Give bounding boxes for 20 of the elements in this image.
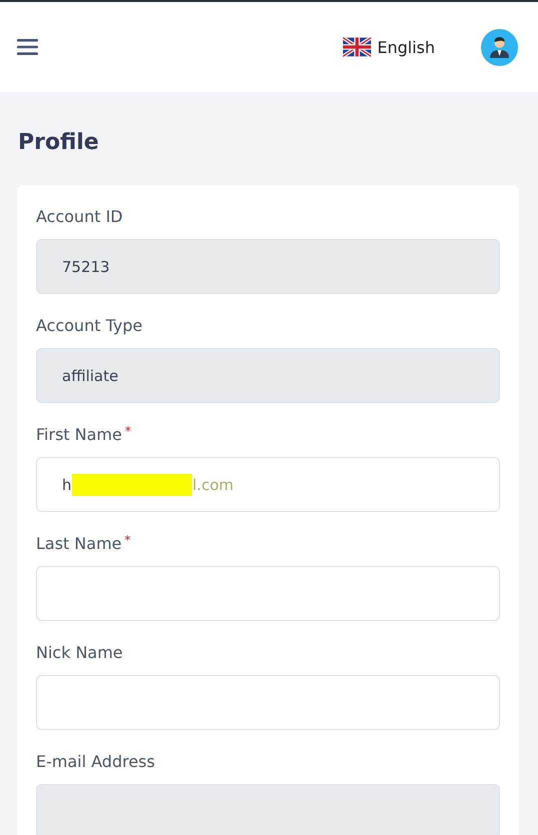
menu-icon[interactable] <box>17 39 38 55</box>
field-value: affiliate <box>62 366 118 384</box>
language-selector[interactable]: English <box>343 37 435 57</box>
field-label: First Name <box>36 425 122 444</box>
input-field[interactable]: h l.com <box>36 457 500 512</box>
field-label: Account Type <box>36 316 142 335</box>
avatar-icon[interactable] <box>481 28 518 66</box>
page-title: Profile <box>18 130 100 155</box>
flag-icon <box>343 37 372 57</box>
required-mark: * <box>124 534 131 546</box>
input-field[interactable] <box>36 566 500 621</box>
field-value: 75213 <box>62 258 110 276</box>
field-value: h <box>62 476 72 494</box>
field-label: Nick Name <box>36 643 123 662</box>
field-value: l.com <box>192 476 234 494</box>
field-label: Account ID <box>36 207 123 226</box>
input-field[interactable] <box>36 675 500 730</box>
field-label: E-mail Address <box>36 752 155 771</box>
field-label: Last Name <box>36 534 122 553</box>
required-mark: * <box>124 425 131 437</box>
